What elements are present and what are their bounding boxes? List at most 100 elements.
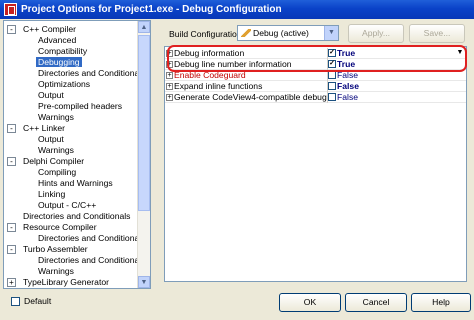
tree-node-label: Warnings: [38, 266, 74, 276]
expand-icon[interactable]: +: [166, 83, 173, 90]
build-configuration-value: Debug (active): [253, 28, 309, 38]
tree-node[interactable]: Debugging: [36, 57, 82, 68]
tree-node-label: Compiling: [38, 167, 77, 177]
options-tree[interactable]: - C++ Compiler Advanced Compatibility Debugg…: [3, 20, 151, 289]
property-row[interactable]: + Enable Codeguard False: [165, 70, 466, 81]
collapse-icon[interactable]: -: [7, 157, 16, 166]
collapse-icon[interactable]: -: [7, 25, 16, 34]
cancel-button[interactable]: Cancel: [345, 293, 407, 312]
help-button[interactable]: Help: [411, 293, 471, 312]
tree-node-label: Turbo Assembler: [23, 244, 88, 254]
property-value: False: [337, 81, 359, 91]
tree-node[interactable]: Directories and Conditionals: [23, 211, 130, 222]
scroll-thumb[interactable]: [138, 35, 150, 211]
ok-button[interactable]: OK: [279, 293, 341, 312]
tree-node[interactable]: - Turbo Assembler: [7, 244, 88, 255]
tree-node-label: Directories and Conditionals: [38, 68, 146, 78]
property-value: True: [337, 59, 356, 69]
tree-node[interactable]: Pre-compiled headers: [38, 101, 122, 112]
build-configuration-label: Build Configuration:: [169, 29, 245, 39]
tree-node-label: Resource Compiler: [23, 222, 97, 232]
tree-node[interactable]: Advanced: [38, 35, 76, 46]
tree-node-label: C++ Compiler: [23, 24, 77, 34]
property-checkbox[interactable]: ✓: [328, 60, 336, 68]
build-configuration-combo[interactable]: Debug (active) ▼: [237, 25, 339, 41]
tree-node-label: Linking: [38, 189, 66, 199]
tree-node-label: Hints and Warnings: [38, 178, 113, 188]
property-row[interactable]: + Debug line number information ✓ True: [165, 59, 466, 70]
property-row[interactable]: + Expand inline functions False: [165, 81, 466, 92]
collapse-icon[interactable]: -: [7, 245, 16, 254]
property-checkbox[interactable]: ✓: [328, 49, 336, 57]
property-name: Enable Codeguard: [174, 70, 246, 80]
property-name: Generate CodeView4-compatible debug info: [174, 92, 329, 102]
property-checkbox[interactable]: [328, 82, 336, 90]
expand-icon[interactable]: +: [7, 278, 16, 287]
tree-node[interactable]: Output: [38, 90, 64, 101]
tree-node[interactable]: Directories and Conditionals: [38, 255, 145, 266]
property-checkbox[interactable]: [328, 93, 336, 101]
property-row[interactable]: + Generate CodeView4-compatible debug inf…: [165, 92, 466, 103]
default-checkbox[interactable]: [11, 296, 20, 306]
tree-node-label: Directories and Conditionals: [38, 255, 146, 265]
tree-node[interactable]: Warnings: [38, 266, 74, 277]
save-button[interactable]: Save...: [409, 24, 465, 43]
property-checkbox[interactable]: [328, 71, 336, 79]
pencil-icon: [241, 29, 251, 37]
tree-node[interactable]: Hints and Warnings: [38, 178, 113, 189]
tree-node-label: Debugging: [36, 57, 82, 67]
tree-node[interactable]: Optimizations: [38, 79, 90, 90]
tree-node-label: Output - C/C++: [38, 200, 97, 210]
tree-scrollbar[interactable]: ▲ ▼: [137, 21, 150, 288]
expand-icon[interactable]: +: [166, 72, 173, 79]
property-value: False: [337, 92, 359, 102]
chevron-down-icon[interactable]: ▼: [324, 26, 338, 40]
app-icon: [4, 3, 17, 16]
tree-node[interactable]: Compatibility: [38, 46, 87, 57]
tree-node[interactable]: Directories and Conditionals: [38, 233, 145, 244]
tree-node[interactable]: - C++ Linker: [7, 123, 66, 134]
tree-node[interactable]: Directories and Conditionals: [38, 68, 145, 79]
tree-node-label: Output: [38, 134, 64, 144]
property-row[interactable]: + Debug information ✓ True ▼: [165, 48, 466, 59]
tree-node[interactable]: Linking: [38, 189, 65, 200]
collapse-icon[interactable]: -: [7, 223, 16, 232]
dropdown-arrow-icon[interactable]: ▼: [455, 48, 465, 58]
expand-icon[interactable]: +: [166, 94, 173, 101]
tree-node-label: Compatibility: [38, 46, 88, 56]
tree-node-label: Optimizations: [38, 79, 91, 89]
scroll-down-icon[interactable]: ▼: [138, 276, 150, 288]
collapse-icon[interactable]: -: [7, 124, 16, 133]
title-bar: Project Options for Project1.exe - Debug…: [0, 0, 474, 19]
expand-icon[interactable]: +: [166, 61, 173, 68]
tree-node[interactable]: Warnings: [38, 145, 74, 156]
tree-node-label: C++ Linker: [23, 123, 66, 133]
tree-node[interactable]: + TypeLibrary Generator: [7, 277, 109, 288]
property-name: Debug line number information: [174, 59, 292, 69]
apply-button[interactable]: Apply...: [348, 24, 404, 43]
tree-node-label: Delphi Compiler: [23, 156, 85, 166]
tree-node[interactable]: - Resource Compiler: [7, 222, 97, 233]
tree-node-label: Directories and Conditionals: [23, 211, 131, 221]
property-name: Debug information: [174, 48, 245, 58]
tree-node[interactable]: Output: [38, 134, 64, 145]
tree-node[interactable]: Compiling: [38, 167, 76, 178]
property-grid[interactable]: + Debug information ✓ True ▼ + Debug line numb…: [164, 46, 467, 282]
expand-icon[interactable]: +: [166, 50, 173, 57]
property-name: Expand inline functions: [174, 81, 263, 91]
tree-node[interactable]: Warnings: [38, 112, 74, 123]
property-value: False: [337, 70, 359, 80]
tree-node-label: Pre-compiled headers: [38, 101, 123, 111]
tree-node-label: Warnings: [38, 112, 74, 122]
tree-node-label: Output: [38, 90, 64, 100]
tree-node[interactable]: Output - C/C++: [38, 200, 96, 211]
tree-node-label: Advanced: [38, 35, 77, 45]
default-label: Default: [24, 296, 52, 306]
tree-node[interactable]: - C++ Compiler: [7, 24, 77, 35]
default-checkbox-row[interactable]: Default: [11, 296, 51, 306]
tree-node-label: Warnings: [38, 145, 74, 155]
tree-node-label: Directories and Conditionals: [38, 233, 146, 243]
tree-node[interactable]: - Delphi Compiler: [7, 156, 85, 167]
window-title: Project Options for Project1.exe - Debug…: [21, 4, 282, 15]
scroll-up-icon[interactable]: ▲: [138, 21, 150, 33]
